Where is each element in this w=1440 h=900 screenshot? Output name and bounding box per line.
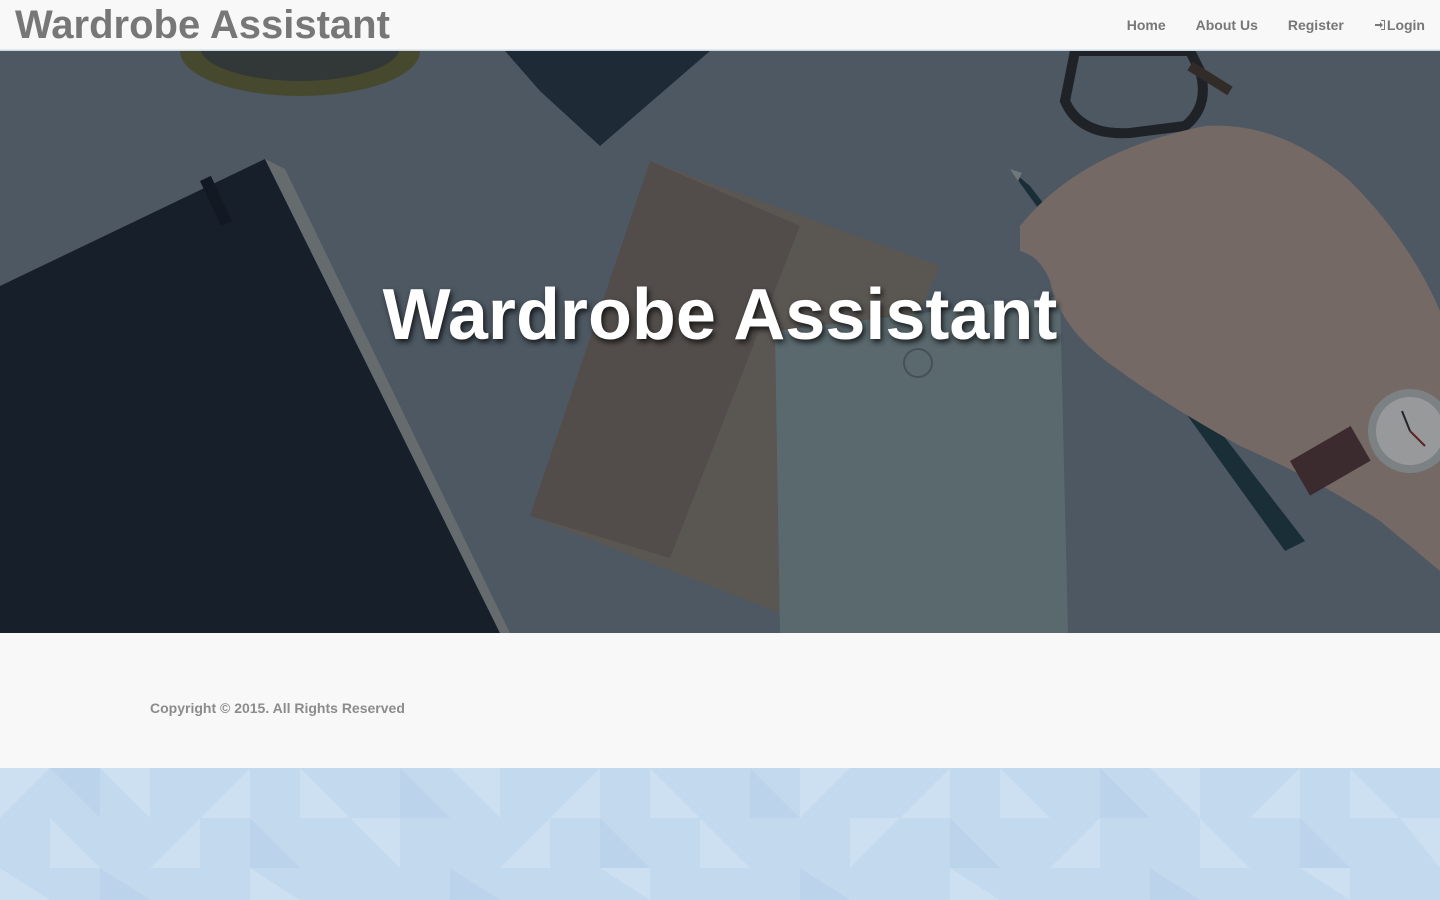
nav-login-link[interactable]: Login [1374, 17, 1425, 33]
nav-home-link[interactable]: Home [1127, 17, 1166, 33]
nav-register-link[interactable]: Register [1288, 17, 1344, 33]
login-icon [1374, 20, 1385, 30]
copyright-text: Copyright © 2015. All Rights Reserved [150, 700, 405, 716]
nav-login-label: Login [1386, 17, 1425, 33]
nav-about-link[interactable]: About Us [1196, 17, 1258, 33]
hero-banner: Wardrobe Assistant [0, 51, 1440, 633]
background-pattern [0, 768, 1440, 900]
footer: Copyright © 2015. All Rights Reserved [0, 633, 1440, 768]
nav-links: Home About Us Register Login [1097, 0, 1425, 50]
triangle-pattern [0, 768, 1440, 900]
top-navbar: Wardrobe Assistant Home About Us Registe… [0, 0, 1440, 50]
brand-logo-link[interactable]: Wardrobe Assistant [15, 3, 390, 47]
hero-title: Wardrobe Assistant [382, 275, 1058, 355]
